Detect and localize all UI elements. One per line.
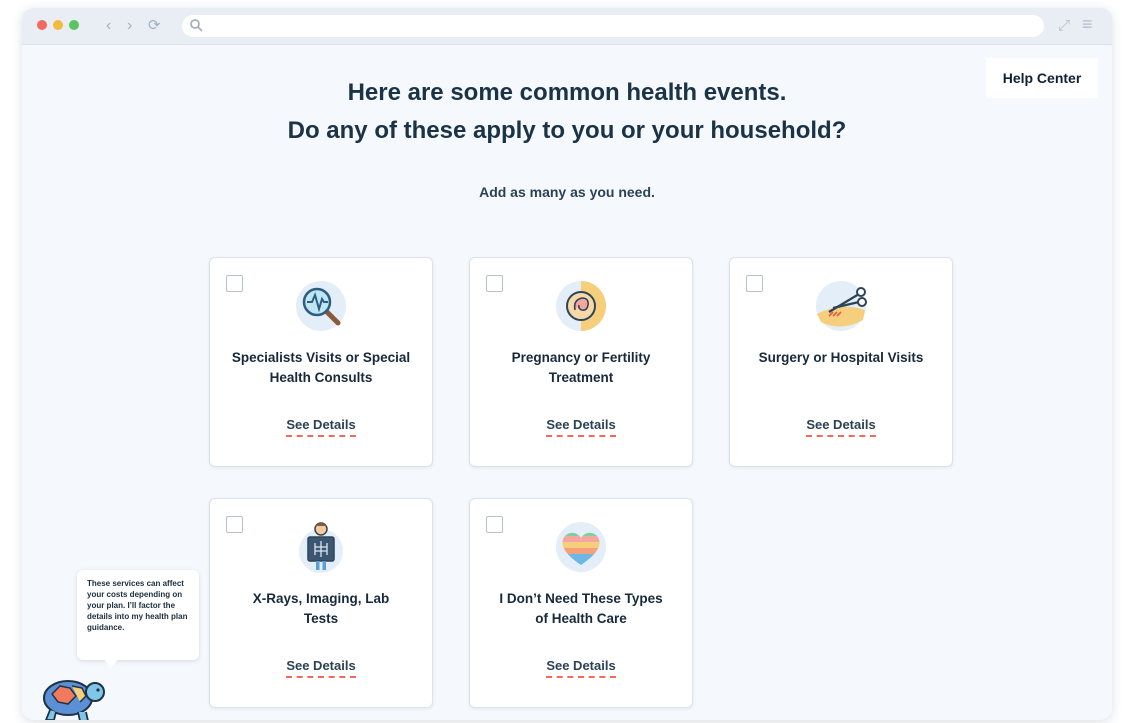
browser-window: ‹ › ⟳ ⤢ ≡ Help Center Here are some comm… <box>22 8 1112 720</box>
embryo-icon <box>556 281 606 331</box>
health-event-card-surgery[interactable]: Surgery or Hospital Visits See Details <box>729 257 953 467</box>
card-title: Specialists Visits or Special Health Con… <box>231 350 411 385</box>
page-title-line2: Do any of these apply to you or your hou… <box>287 117 847 144</box>
bubble-tail <box>104 659 118 668</box>
card-title: I Don’t Need These Types of Health Care <box>499 591 663 626</box>
card-title: X-Rays, Imaging, Lab Tests <box>252 591 390 626</box>
health-event-card-xrays[interactable]: X-Rays, Imaging, Lab Tests See Details <box>209 498 433 708</box>
menu-icon[interactable]: ≡ <box>1082 14 1093 34</box>
card-checkbox[interactable] <box>226 275 243 292</box>
see-details-link[interactable]: See Details <box>546 658 616 678</box>
assistant-message-bubble: These services can affect your costs dep… <box>77 570 199 660</box>
page-subtitle: Add as many as you need. <box>479 184 655 200</box>
expand-icon[interactable]: ⤢ <box>1058 16 1070 36</box>
minimize-window-icon[interactable] <box>53 20 63 30</box>
maximize-window-icon[interactable] <box>69 20 79 30</box>
close-window-icon[interactable] <box>37 20 47 30</box>
health-event-card-pregnancy[interactable]: Pregnancy or Fertility Treatment See Det… <box>469 257 693 467</box>
card-checkbox[interactable] <box>746 275 763 292</box>
scissors-icon <box>816 281 867 331</box>
card-checkbox[interactable] <box>486 516 503 533</box>
address-bar[interactable] <box>182 15 1044 37</box>
see-details-link[interactable]: See Details <box>286 658 356 678</box>
health-event-card-specialists[interactable]: Specialists Visits or Special Health Con… <box>209 257 433 467</box>
card-checkbox[interactable] <box>486 275 503 292</box>
forward-button[interactable]: › <box>127 16 132 36</box>
see-details-link[interactable]: See Details <box>806 417 876 437</box>
card-title: Surgery or Hospital Visits <box>758 350 924 365</box>
reload-button[interactable]: ⟳ <box>148 16 161 36</box>
back-button[interactable]: ‹ <box>106 16 111 36</box>
xray-person-icon <box>299 522 343 573</box>
page-title-line1: Here are some common health events. <box>347 79 787 106</box>
see-details-link[interactable]: See Details <box>286 417 356 437</box>
browser-titlebar: ‹ › ⟳ ⤢ ≡ <box>22 8 1112 45</box>
search-icon <box>190 19 203 32</box>
magnifier-heartbeat-icon <box>296 281 346 331</box>
card-title: Pregnancy or Fertility Treatment <box>511 350 651 385</box>
rainbow-heart-icon <box>556 522 606 572</box>
health-event-card-none[interactable]: I Don’t Need These Types of Health Care … <box>469 498 693 708</box>
card-checkbox[interactable] <box>226 516 243 533</box>
turtle-icon <box>43 680 105 720</box>
see-details-link[interactable]: See Details <box>546 417 616 437</box>
page-title: Here are some common health events. Do a… <box>22 74 1112 150</box>
